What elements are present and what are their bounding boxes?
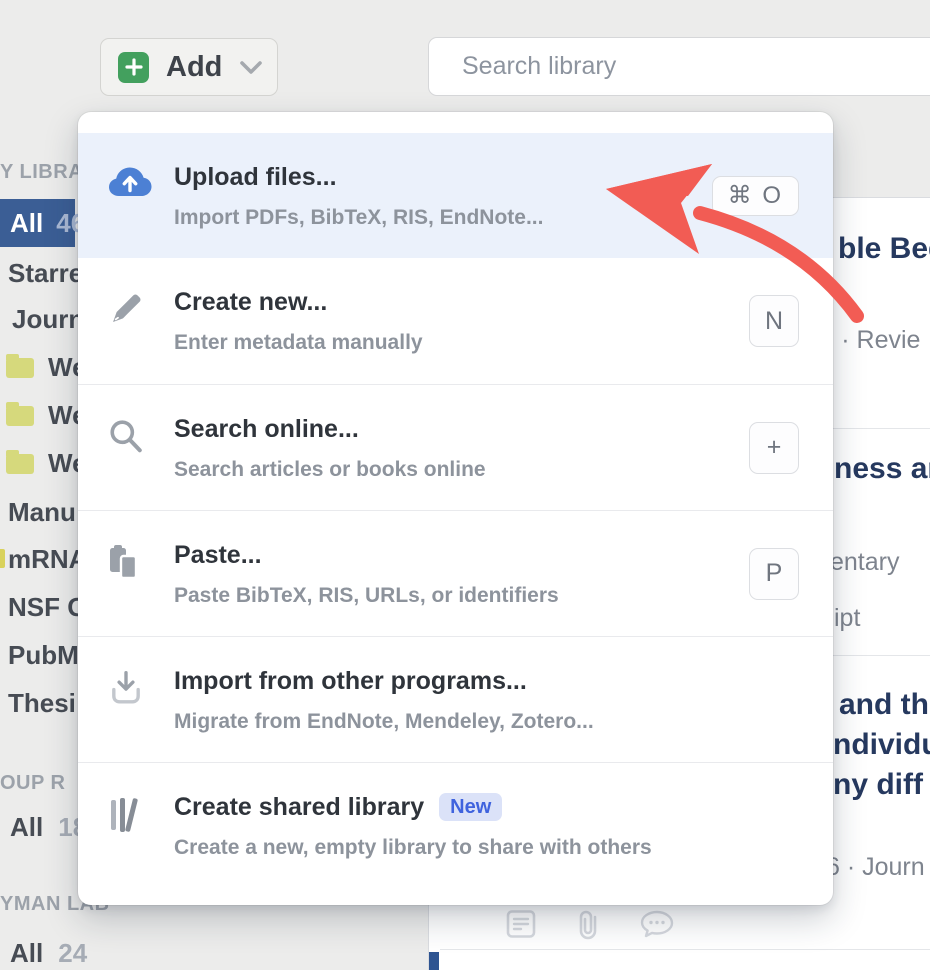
menu-item-subtitle: Import PDFs, BibTeX, RIS, EndNote... bbox=[174, 205, 543, 231]
menu-item-subtitle: Paste BibTeX, RIS, URLs, or identifiers bbox=[174, 583, 559, 609]
chevron-down-icon bbox=[236, 56, 266, 78]
sidebar-item-label: Starre bbox=[8, 258, 83, 289]
menu-item-upload-files[interactable]: Upload files... Import PDFs, BibTeX, RIS… bbox=[78, 133, 833, 258]
sidebar-item-thesis[interactable]: Thesi bbox=[8, 688, 76, 719]
search-input[interactable] bbox=[428, 37, 930, 96]
menu-item-title: Create new... bbox=[174, 287, 423, 317]
folder-icon bbox=[6, 406, 34, 426]
sidebar-header-my-library: Y LIBRA bbox=[0, 161, 83, 184]
reference-attachment-label: ipt bbox=[834, 604, 860, 633]
sidebar-item-nsf-grant[interactable]: NSF G bbox=[8, 592, 87, 623]
shortcut-badge: + bbox=[749, 422, 799, 474]
sidebar-item-label: Journ bbox=[12, 304, 84, 335]
comment-icon[interactable] bbox=[640, 910, 674, 945]
shortcut-badge: ⌘ O bbox=[712, 176, 799, 216]
sidebar-item-label: All bbox=[10, 208, 43, 239]
sidebar-item-starred[interactable]: Starre bbox=[8, 258, 83, 289]
sidebar-item-manuscripts[interactable]: Manu bbox=[8, 497, 76, 528]
sidebar-item-lab-all[interactable]: All 24 bbox=[10, 938, 87, 969]
sidebar-item-label: PubM bbox=[8, 640, 79, 671]
menu-item-subtitle: Create a new, empty library to share wit… bbox=[174, 835, 652, 861]
sidebar-folder-item-3[interactable]: We bbox=[6, 448, 87, 479]
reference-title[interactable]: ndividu bbox=[833, 728, 930, 762]
reference-attachment-label: entary bbox=[830, 548, 899, 577]
menu-item-create-shared-library[interactable]: Create shared library New Create a new, … bbox=[78, 762, 833, 905]
shortcut-badge: N bbox=[749, 295, 799, 347]
sidebar-item-pubmed[interactable]: PubM bbox=[8, 640, 79, 671]
attachment-icon[interactable] bbox=[576, 910, 600, 945]
reference-meta: ) · Revie bbox=[826, 326, 920, 355]
sidebar-item-label: All bbox=[10, 812, 43, 843]
library-icon bbox=[108, 792, 174, 839]
menu-item-title: Upload files... bbox=[174, 162, 543, 192]
list-divider bbox=[440, 949, 930, 950]
cloud-upload-icon bbox=[108, 162, 174, 203]
download-icon bbox=[108, 666, 174, 711]
sidebar-item-label: NSF G bbox=[8, 592, 87, 623]
menu-item-subtitle: Migrate from EndNote, Mendeley, Zotero..… bbox=[174, 709, 594, 735]
menu-item-paste[interactable]: Paste... Paste BibTeX, RIS, URLs, or ide… bbox=[78, 510, 833, 636]
sidebar-item-all[interactable]: All 46 bbox=[0, 199, 75, 247]
menu-item-subtitle: Search articles or books online bbox=[174, 457, 486, 483]
sidebar-item-label: Manu bbox=[8, 497, 76, 528]
notes-icon[interactable] bbox=[506, 910, 536, 945]
add-button-label: Add bbox=[166, 51, 222, 84]
menu-item-title: Import from other programs... bbox=[174, 666, 594, 696]
sidebar-item-label: All bbox=[10, 938, 43, 969]
selected-row-indicator bbox=[429, 952, 439, 970]
reference-title[interactable]: and th bbox=[839, 688, 929, 722]
reference-title[interactable]: ble Bed bbox=[838, 232, 930, 266]
sidebar-item-group-all[interactable]: All 18 bbox=[10, 812, 87, 843]
menu-item-subtitle: Enter metadata manually bbox=[174, 330, 423, 356]
menu-item-title: Paste... bbox=[174, 540, 559, 570]
sidebar-header-group: OUP R bbox=[0, 772, 65, 795]
pencil-icon bbox=[108, 287, 174, 332]
sidebar-folder-item-1[interactable]: We bbox=[6, 352, 87, 383]
menu-item-import-programs[interactable]: Import from other programs... Migrate fr… bbox=[78, 636, 833, 762]
clipboard-icon bbox=[108, 540, 174, 587]
plus-icon bbox=[118, 52, 149, 83]
folder-icon bbox=[6, 358, 34, 378]
new-badge: New bbox=[439, 793, 502, 821]
menu-item-search-online[interactable]: Search online... Search articles or book… bbox=[78, 384, 833, 510]
label-icon bbox=[0, 549, 5, 568]
sidebar-item-label: Thesi bbox=[8, 688, 76, 719]
sidebar-folder-item-2[interactable]: We bbox=[6, 400, 87, 431]
menu-item-create-new[interactable]: Create new... Enter metadata manually N bbox=[78, 258, 833, 384]
folder-icon bbox=[6, 454, 34, 474]
magnifier-icon bbox=[108, 414, 174, 459]
reference-title[interactable]: ness ar bbox=[834, 452, 930, 486]
sidebar-item-count: 24 bbox=[58, 938, 87, 969]
sidebar-item-label: mRNA bbox=[8, 544, 87, 575]
reference-title[interactable]: ny diff bbox=[833, 768, 923, 802]
add-dropdown-menu: Upload files... Import PDFs, BibTeX, RIS… bbox=[78, 112, 833, 905]
sidebar-item-mrna[interactable]: mRNA bbox=[8, 544, 87, 575]
menu-item-title: Create shared library bbox=[174, 792, 424, 822]
reference-meta: 6 · Journ bbox=[826, 853, 925, 882]
sidebar-item-journals[interactable]: Journ bbox=[12, 304, 84, 335]
add-button[interactable]: Add bbox=[100, 38, 278, 96]
menu-item-title: Search online... bbox=[174, 414, 486, 444]
shortcut-badge: P bbox=[749, 548, 799, 600]
